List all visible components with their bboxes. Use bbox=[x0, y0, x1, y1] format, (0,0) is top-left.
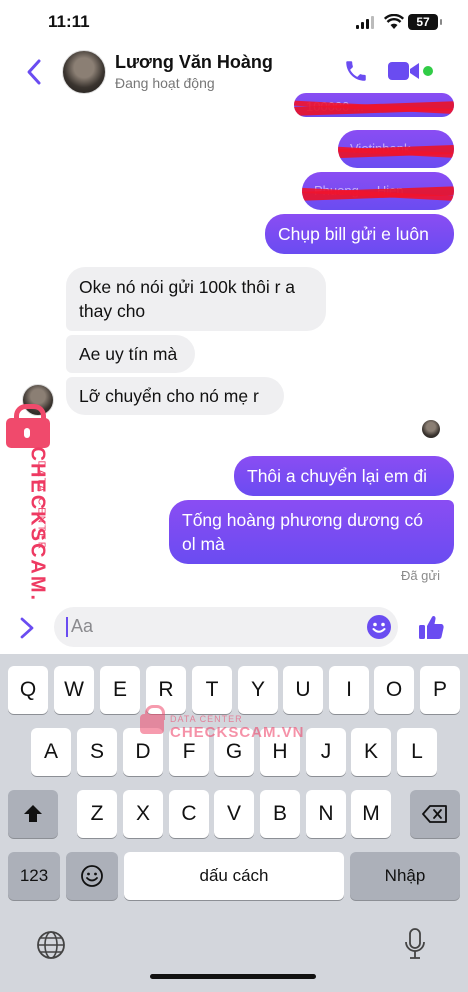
outgoing-message: Tống hoàng phương dương có ol mà bbox=[169, 500, 454, 564]
message-line: Oke nó nói gửi 100k thôi r a bbox=[79, 277, 296, 297]
online-status-dot bbox=[423, 66, 433, 76]
chat-header: Lương Văn Hoàng Đang hoạt động bbox=[0, 44, 468, 100]
redacted-message-2: Vietinbank bbox=[338, 130, 454, 168]
space-key[interactable]: dấu cách bbox=[124, 852, 344, 900]
watermark-center: DATA CENTER CHECKSCAM.VN bbox=[140, 705, 304, 746]
message-composer: Aa bbox=[0, 600, 468, 654]
lock-icon bbox=[6, 404, 50, 448]
redacted-message-1: 100000 ... bbox=[294, 93, 454, 117]
key[interactable]: Z bbox=[77, 790, 117, 838]
delete-key[interactable] bbox=[410, 790, 460, 838]
back-arrow-icon[interactable] bbox=[26, 58, 42, 86]
key[interactable]: E bbox=[100, 666, 140, 714]
key[interactable]: W bbox=[54, 666, 94, 714]
microphone-icon[interactable] bbox=[404, 928, 426, 960]
contact-name[interactable]: Lương Văn Hoàng bbox=[115, 52, 273, 73]
message-placeholder: Aa bbox=[71, 616, 94, 636]
video-call-icon[interactable] bbox=[388, 61, 420, 81]
delivered-status: Đã gửi bbox=[400, 568, 440, 583]
text-cursor bbox=[66, 617, 68, 637]
key[interactable]: X bbox=[123, 790, 163, 838]
emoji-key[interactable] bbox=[66, 852, 118, 900]
outgoing-message: Thôi a chuyển lại em đi bbox=[234, 456, 454, 496]
key[interactable]: B bbox=[260, 790, 300, 838]
key[interactable]: N bbox=[306, 790, 346, 838]
message-line: Tống hoàng phương dương có bbox=[182, 510, 423, 530]
redacted-message-3: Phuong ... Hien bbox=[302, 172, 454, 210]
message-input[interactable]: Aa bbox=[54, 607, 398, 647]
key[interactable]: I bbox=[329, 666, 369, 714]
watermark-tag: DATA CENTER bbox=[170, 714, 243, 724]
key[interactable]: V bbox=[214, 790, 254, 838]
wifi-icon bbox=[384, 14, 404, 29]
numbers-key[interactable]: 123 bbox=[8, 852, 60, 900]
watermark-brand: CHECKSCAM.VN bbox=[26, 446, 49, 634]
thumbs-up-icon[interactable] bbox=[416, 612, 446, 642]
seen-avatar bbox=[422, 420, 440, 438]
incoming-message: Oke nó nói gửi 100k thôi r a thay cho bbox=[66, 267, 326, 331]
status-time: 11:11 bbox=[48, 12, 90, 31]
contact-avatar[interactable] bbox=[62, 50, 106, 94]
emoji-icon[interactable] bbox=[366, 614, 392, 640]
emoji-keyboard-icon bbox=[81, 865, 103, 887]
return-key[interactable]: Nhập bbox=[350, 852, 460, 900]
key[interactable]: S bbox=[77, 728, 117, 776]
shift-icon bbox=[24, 805, 42, 822]
signal-icon bbox=[356, 16, 374, 29]
contact-status: Đang hoạt động bbox=[115, 75, 215, 91]
lock-icon bbox=[140, 705, 165, 734]
watermark-brand: CHECKSCAM.VN bbox=[170, 724, 305, 741]
outgoing-message: Chụp bill gửi e luôn bbox=[265, 214, 454, 254]
keyboard: Q W E R T Y U I O P A S D F G H J K L Z … bbox=[0, 654, 468, 992]
key[interactable]: J bbox=[306, 728, 346, 776]
key[interactable]: A bbox=[31, 728, 71, 776]
incoming-message: Lỡ chuyển cho nó mẹ r bbox=[66, 377, 284, 415]
key[interactable]: Q bbox=[8, 666, 48, 714]
key[interactable]: C bbox=[169, 790, 209, 838]
watermark-side: DATA CENTER CHECKSCAM.VN bbox=[4, 404, 52, 634]
phone-call-icon[interactable] bbox=[343, 58, 369, 84]
key[interactable]: K bbox=[351, 728, 391, 776]
key[interactable]: O bbox=[374, 666, 414, 714]
key[interactable]: P bbox=[420, 666, 460, 714]
shift-key[interactable] bbox=[8, 790, 58, 838]
chevron-right-icon[interactable] bbox=[18, 616, 36, 640]
key[interactable]: L bbox=[397, 728, 437, 776]
battery-icon: 57 bbox=[408, 14, 442, 30]
key[interactable]: M bbox=[351, 790, 391, 838]
message-line: ol mà bbox=[182, 534, 225, 554]
message-line: thay cho bbox=[79, 301, 146, 321]
backspace-icon bbox=[422, 805, 447, 823]
status-bar: 11:11 57 bbox=[0, 0, 468, 44]
globe-icon[interactable] bbox=[36, 930, 66, 960]
incoming-message: Ae uy tín mà bbox=[66, 335, 195, 373]
home-indicator bbox=[150, 974, 316, 979]
